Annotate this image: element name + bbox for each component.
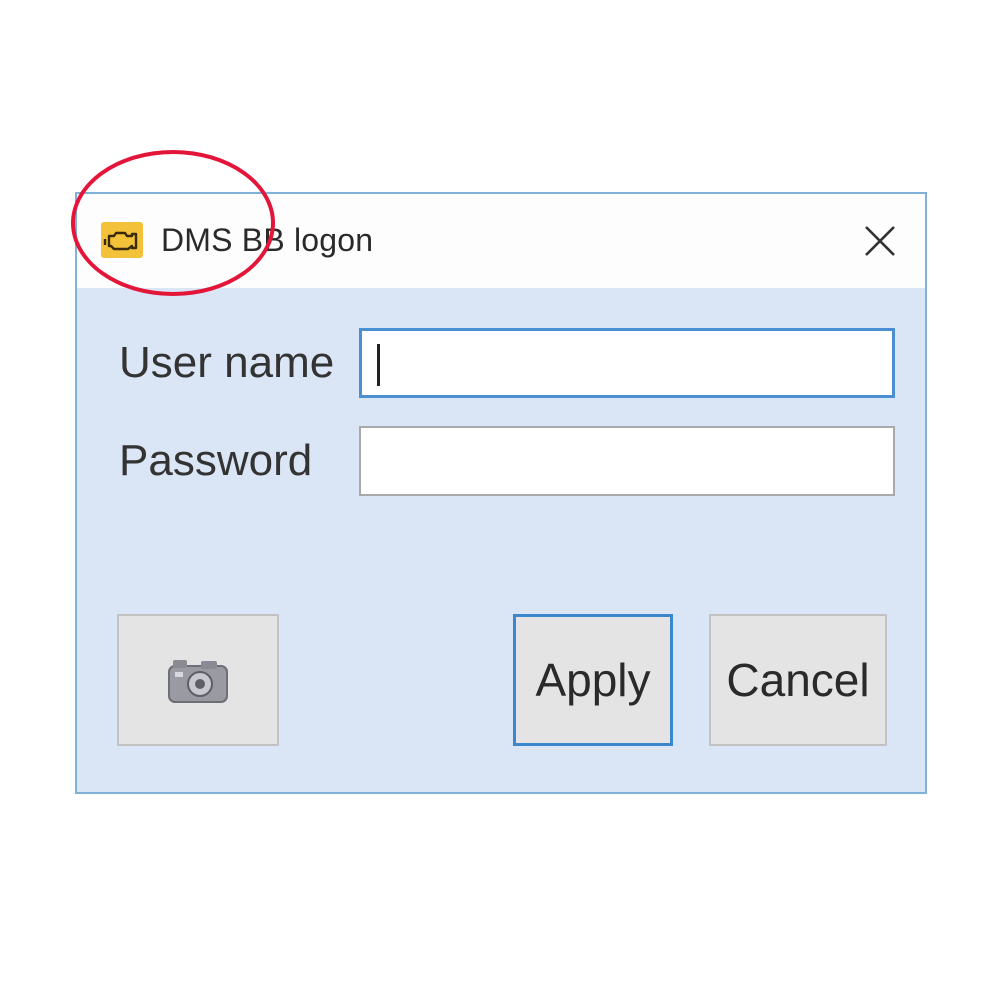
text-caret: [377, 344, 380, 386]
engine-warning-icon: [101, 222, 143, 258]
window-title: DMS BB logon: [161, 222, 374, 258]
username-label: User name: [119, 338, 335, 387]
title-bar: DMS BB logon: [77, 194, 925, 288]
camera-icon: [168, 660, 228, 703]
close-icon: [865, 226, 895, 256]
logon-dialog: DMS BB logon User name Password Apply Ca…: [75, 192, 927, 794]
username-input[interactable]: [359, 328, 895, 398]
apply-button[interactable]: Apply: [513, 614, 673, 746]
page: DMS BB logon User name Password Apply Ca…: [0, 0, 1000, 1000]
close-button[interactable]: [853, 214, 907, 268]
password-input[interactable]: [359, 426, 895, 496]
camera-button[interactable]: [117, 614, 279, 746]
cancel-button[interactable]: Cancel: [709, 614, 887, 746]
password-label: Password: [119, 436, 313, 485]
